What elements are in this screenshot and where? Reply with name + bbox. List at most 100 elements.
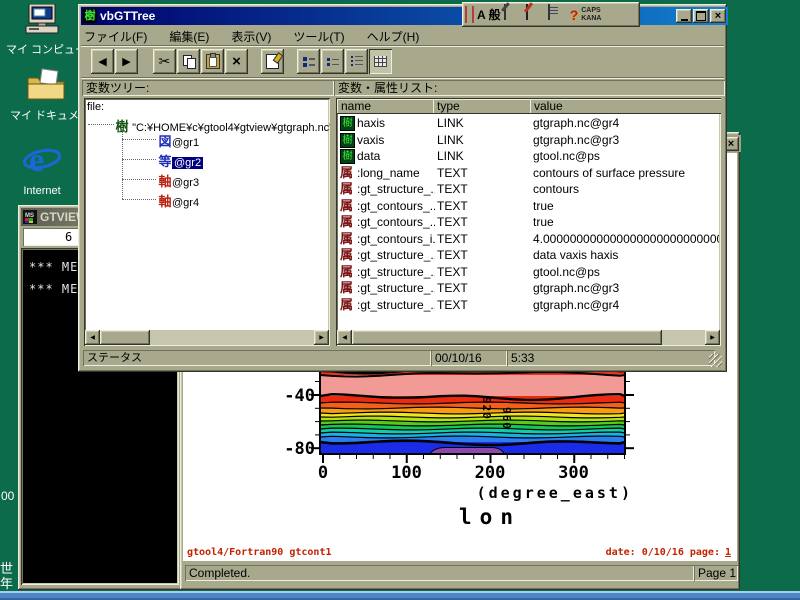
tree-item-gr1[interactable]: 図@gr1 xyxy=(158,131,199,150)
attribute-row[interactable]: 属:gt_structure_...TEXTgtgraph.nc@gr4 xyxy=(337,297,720,313)
close-button[interactable]: × xyxy=(710,9,726,23)
attribute-row[interactable]: 樹haxisLINKgtgraph.nc@gr4 xyxy=(337,115,720,131)
menu-file[interactable]: ファイル(F) xyxy=(84,28,147,45)
cell-type: TEXT xyxy=(437,181,529,197)
paste-button[interactable] xyxy=(201,49,224,74)
attribute-icon: 属 xyxy=(340,214,353,230)
copy-button[interactable] xyxy=(177,49,200,74)
tree-item-icon: 図 xyxy=(158,131,172,150)
tree-item-icon: 軸 xyxy=(158,191,172,210)
cell-value: gtool.nc@ps xyxy=(533,148,719,164)
scroll-left-arrow[interactable]: ◀ xyxy=(337,330,352,345)
attribute-row[interactable]: 樹vaxisLINKgtgraph.nc@gr3 xyxy=(337,132,720,148)
tree-hscrollbar[interactable]: ◀ ▶ xyxy=(85,330,329,345)
resize-grip[interactable] xyxy=(709,354,722,367)
cell-value: data vaxis haxis xyxy=(533,247,719,263)
plot-footer-right: date: 0/10/16 page:1 xyxy=(523,547,731,558)
attribute-row[interactable]: 属:gt_structure_...TEXTdata vaxis haxis xyxy=(337,247,720,263)
delete-button[interactable]: × xyxy=(225,49,248,74)
tree-item-gr4[interactable]: 軸@gr4 xyxy=(158,191,199,210)
separator xyxy=(81,77,724,79)
ime-help-button[interactable]: ? xyxy=(570,7,579,23)
ime-properties-button[interactable] xyxy=(548,5,567,24)
desktop-icon-my-documents[interactable]: マイ ドキュメント xyxy=(10,68,82,123)
large-icons-button[interactable] xyxy=(297,49,320,74)
scroll-right-arrow[interactable]: ▶ xyxy=(705,330,720,345)
cell-value: true xyxy=(533,214,719,230)
scroll-left-arrow[interactable]: ◀ xyxy=(85,330,100,345)
attribute-row[interactable]: 樹dataLINKgtool.nc@ps xyxy=(337,148,720,164)
scroll-thumb[interactable] xyxy=(100,330,150,345)
ime-drag-handle[interactable] xyxy=(465,6,474,23)
tree-item-label: @gr1 xyxy=(172,137,199,149)
tree-root-item[interactable]: 樹 "C:¥HOME¥c¥gtool4¥gtview¥gtgraph.nc" xyxy=(115,116,330,135)
ime-input-mode-button[interactable]: A xyxy=(477,8,486,22)
attribute-row[interactable]: 属:gt_structure_...TEXTgtool.nc@ps xyxy=(337,264,720,280)
properties-button[interactable] xyxy=(261,49,284,74)
list-view-button[interactable] xyxy=(345,49,368,74)
column-header-name[interactable]: name xyxy=(337,99,437,114)
scroll-thumb[interactable] xyxy=(352,330,662,345)
cell-type: TEXT xyxy=(437,165,529,181)
ime-dictionary-button[interactable] xyxy=(526,5,545,24)
attribute-list-panel[interactable]: name type value 樹haxisLINKgtgraph.nc@gr4… xyxy=(336,98,721,346)
maximize-button[interactable] xyxy=(693,9,709,23)
tree-item-gr3[interactable]: 軸@gr3 xyxy=(158,171,199,190)
x-axis-unit: (degree_east) xyxy=(423,484,633,502)
small-icons-button[interactable] xyxy=(321,49,344,74)
minimize-button[interactable] xyxy=(676,9,692,23)
ime-pad-button[interactable] xyxy=(504,5,523,24)
contour-label: 920 xyxy=(480,397,493,420)
menu-tools[interactable]: ツール(T) xyxy=(293,28,344,45)
forward-button[interactable]: ▶ xyxy=(115,49,138,74)
cell-type: TEXT xyxy=(437,231,529,247)
column-header-value[interactable]: value xyxy=(530,99,721,114)
menu-view[interactable]: 表示(V) xyxy=(231,28,271,45)
link-icon: 樹 xyxy=(340,133,355,148)
svg-text:MS: MS xyxy=(25,213,34,219)
menu-edit[interactable]: 編集(E) xyxy=(169,28,209,45)
cell-value: contours xyxy=(533,181,719,197)
ime-conversion-mode-button[interactable]: 般 xyxy=(489,6,501,23)
cut-icon: ✂ xyxy=(159,53,171,70)
variable-tree-panel[interactable]: file: 樹 "C:¥HOME¥c¥gtool4¥gtview¥gtgraph… xyxy=(84,98,330,346)
attribute-row[interactable]: 属:long_nameTEXTcontours of surface press… xyxy=(337,165,720,181)
cell-name: :gt_structure_... xyxy=(357,280,435,296)
tree-item-label: @gr2 xyxy=(172,157,203,169)
status-time: 5:33 xyxy=(507,350,715,366)
cell-type: LINK xyxy=(437,132,529,148)
scroll-right-arrow[interactable]: ▶ xyxy=(314,330,329,345)
tree-item-gr2[interactable]: 等@gr2 xyxy=(158,151,203,170)
tree-connector xyxy=(122,139,156,140)
cell-name: :long_name xyxy=(357,165,435,181)
attribute-row[interactable]: 属:gt_structure_...TEXTgtgraph.nc@gr3 xyxy=(337,280,720,296)
cut-button[interactable]: ✂ xyxy=(153,49,176,74)
taskbar-edge[interactable] xyxy=(0,591,800,600)
back-button[interactable]: ◀ xyxy=(91,49,114,74)
list-view-icon xyxy=(351,56,363,67)
cell-name: :gt_contours_i... xyxy=(357,231,435,247)
desktop-icon-my-computer[interactable]: マイ コンピュータ xyxy=(6,4,78,57)
attr-hscrollbar[interactable]: ◀ ▶ xyxy=(337,330,720,345)
desktop-icon-label: Internet xyxy=(6,185,78,197)
attribute-icon: 属 xyxy=(340,181,353,197)
attribute-row[interactable]: 属:gt_contours_i...TEXT4.0000000000000000… xyxy=(337,231,720,247)
attribute-row[interactable]: 属:gt_contours_...TEXTtrue xyxy=(337,198,720,214)
details-view-icon xyxy=(374,56,387,67)
desktop-icon-internet[interactable]: e Internet xyxy=(6,140,78,197)
details-view-button[interactable] xyxy=(369,49,392,74)
attribute-row[interactable]: 属:gt_contours_...TEXTtrue xyxy=(337,214,720,230)
cell-name: :gt_structure_... xyxy=(357,247,435,263)
status-text: ステータス xyxy=(83,350,431,366)
msdos-icon: MS xyxy=(23,210,37,224)
attribute-icon: 属 xyxy=(340,297,353,313)
menu-help[interactable]: ヘルプ(H) xyxy=(367,28,420,45)
xtick-label: 0 xyxy=(293,463,353,483)
column-header-type[interactable]: type xyxy=(433,99,534,114)
attribute-row[interactable]: 属:gt_structure_...TEXTcontours xyxy=(337,181,720,197)
cell-name: :gt_contours_... xyxy=(357,214,435,230)
my-computer-icon xyxy=(23,4,61,36)
ime-toolbar: A 般 ? CAPS KANA xyxy=(462,2,640,27)
xtick-label: 200 xyxy=(460,463,520,483)
back-icon: ◀ xyxy=(98,55,106,68)
